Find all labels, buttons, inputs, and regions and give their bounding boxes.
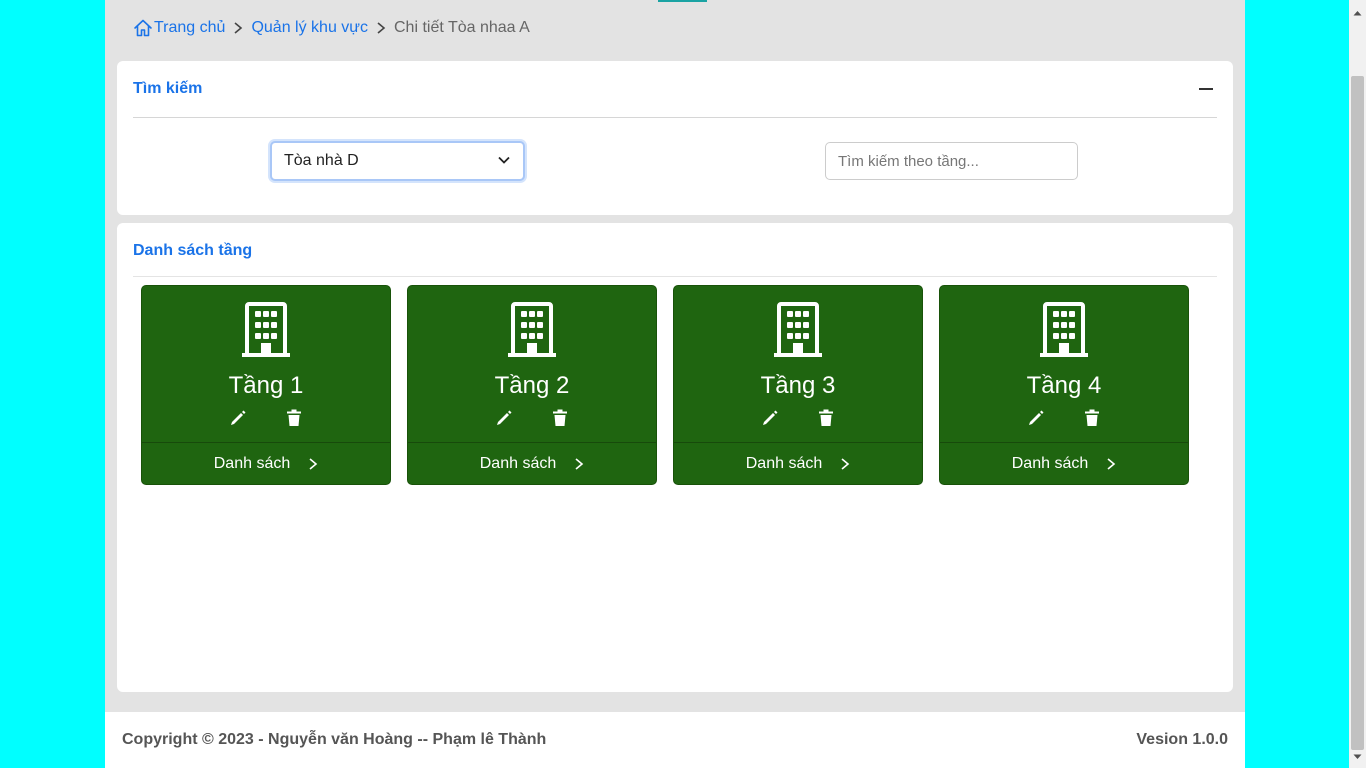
- floor-actions: [674, 408, 922, 428]
- floor-name: Tầng 2: [494, 372, 570, 399]
- floor-list-link[interactable]: Danh sách: [408, 442, 656, 484]
- floor-card: Tầng 1 Danh sách: [141, 285, 391, 485]
- edit-pencil-icon[interactable]: [494, 408, 514, 428]
- floor-list-panel: Danh sách tầng Tầng 1 Danh sách Tầng 2 D…: [117, 223, 1233, 692]
- home-icon[interactable]: [133, 18, 153, 38]
- chevron-right-icon: [574, 457, 584, 471]
- vertical-scrollbar[interactable]: [1349, 0, 1366, 768]
- floor-grid: Tầng 1 Danh sách Tầng 2 Danh sách Tầng 3…: [141, 285, 1189, 485]
- breadcrumb-current: Chi tiết Tòa nhaa A: [394, 19, 530, 36]
- breadcrumb: Trang chủ Quản lý khu vực Chi tiết Tòa n…: [133, 16, 530, 40]
- building-select[interactable]: Tòa nhà D: [270, 141, 525, 181]
- breadcrumb-home-link[interactable]: Trang chủ: [154, 19, 225, 37]
- floor-actions: [408, 408, 656, 428]
- floor-list-title: Danh sách tầng: [133, 242, 253, 259]
- chevron-down-icon: [497, 152, 511, 170]
- floor-list-link[interactable]: Danh sách: [142, 442, 390, 484]
- floor-card: Tầng 4 Danh sách: [939, 285, 1189, 485]
- floor-list-link-label: Danh sách: [745, 454, 823, 472]
- building-icon: [508, 302, 556, 363]
- chevron-right-icon: [1106, 457, 1116, 471]
- floor-card: Tầng 2 Danh sách: [407, 285, 657, 485]
- site-footer: Copyright © 2023 - Nguyễn văn Hoàng -- P…: [105, 712, 1245, 768]
- floor-actions: [940, 408, 1188, 428]
- divider: [133, 276, 1217, 277]
- floor-card: Tầng 3 Danh sách: [673, 285, 923, 485]
- chevron-right-icon: [308, 457, 318, 471]
- floor-name: Tầng 3: [760, 372, 836, 399]
- floor-list-link[interactable]: Danh sách: [674, 442, 922, 484]
- collapse-icon[interactable]: [1199, 88, 1213, 90]
- search-panel-title: Tìm kiếm: [133, 80, 203, 97]
- trash-icon[interactable]: [1082, 408, 1102, 428]
- copyright-text: Copyright © 2023 - Nguyễn văn Hoàng -- P…: [122, 731, 547, 748]
- trash-icon[interactable]: [816, 408, 836, 428]
- search-panel: Tìm kiếm Tòa nhà D: [117, 61, 1233, 215]
- version-text: Vesion 1.0.0: [1136, 731, 1228, 748]
- scroll-up-arrow-icon[interactable]: [1353, 3, 1362, 21]
- floor-name: Tầng 4: [1026, 372, 1102, 399]
- floor-list-link-label: Danh sách: [1011, 454, 1089, 472]
- edit-pencil-icon[interactable]: [1026, 408, 1046, 428]
- breadcrumb-area-link[interactable]: Quản lý khu vực: [251, 19, 368, 37]
- floor-list-link[interactable]: Danh sách: [940, 442, 1188, 484]
- building-icon: [242, 302, 290, 363]
- trash-icon[interactable]: [284, 408, 304, 428]
- chevron-right-icon: [376, 21, 386, 35]
- building-icon: [1040, 302, 1088, 363]
- edit-pencil-icon[interactable]: [760, 408, 780, 428]
- building-icon: [774, 302, 822, 363]
- building-select-value: Tòa nhà D: [284, 152, 359, 169]
- trash-icon[interactable]: [550, 408, 570, 428]
- floor-list-link-label: Danh sách: [213, 454, 291, 472]
- edit-pencil-icon[interactable]: [228, 408, 248, 428]
- floor-name: Tầng 1: [228, 372, 304, 399]
- scrollbar-thumb[interactable]: [1351, 76, 1364, 750]
- scroll-down-arrow-icon[interactable]: [1353, 747, 1362, 765]
- chevron-right-icon: [233, 21, 243, 35]
- floor-search-input[interactable]: [825, 142, 1078, 180]
- divider: [133, 117, 1217, 118]
- page: Trang chủ Quản lý khu vực Chi tiết Tòa n…: [105, 0, 1245, 768]
- floor-actions: [142, 408, 390, 428]
- active-nav-indicator: [658, 0, 707, 2]
- chevron-right-icon: [840, 457, 850, 471]
- floor-list-link-label: Danh sách: [479, 454, 557, 472]
